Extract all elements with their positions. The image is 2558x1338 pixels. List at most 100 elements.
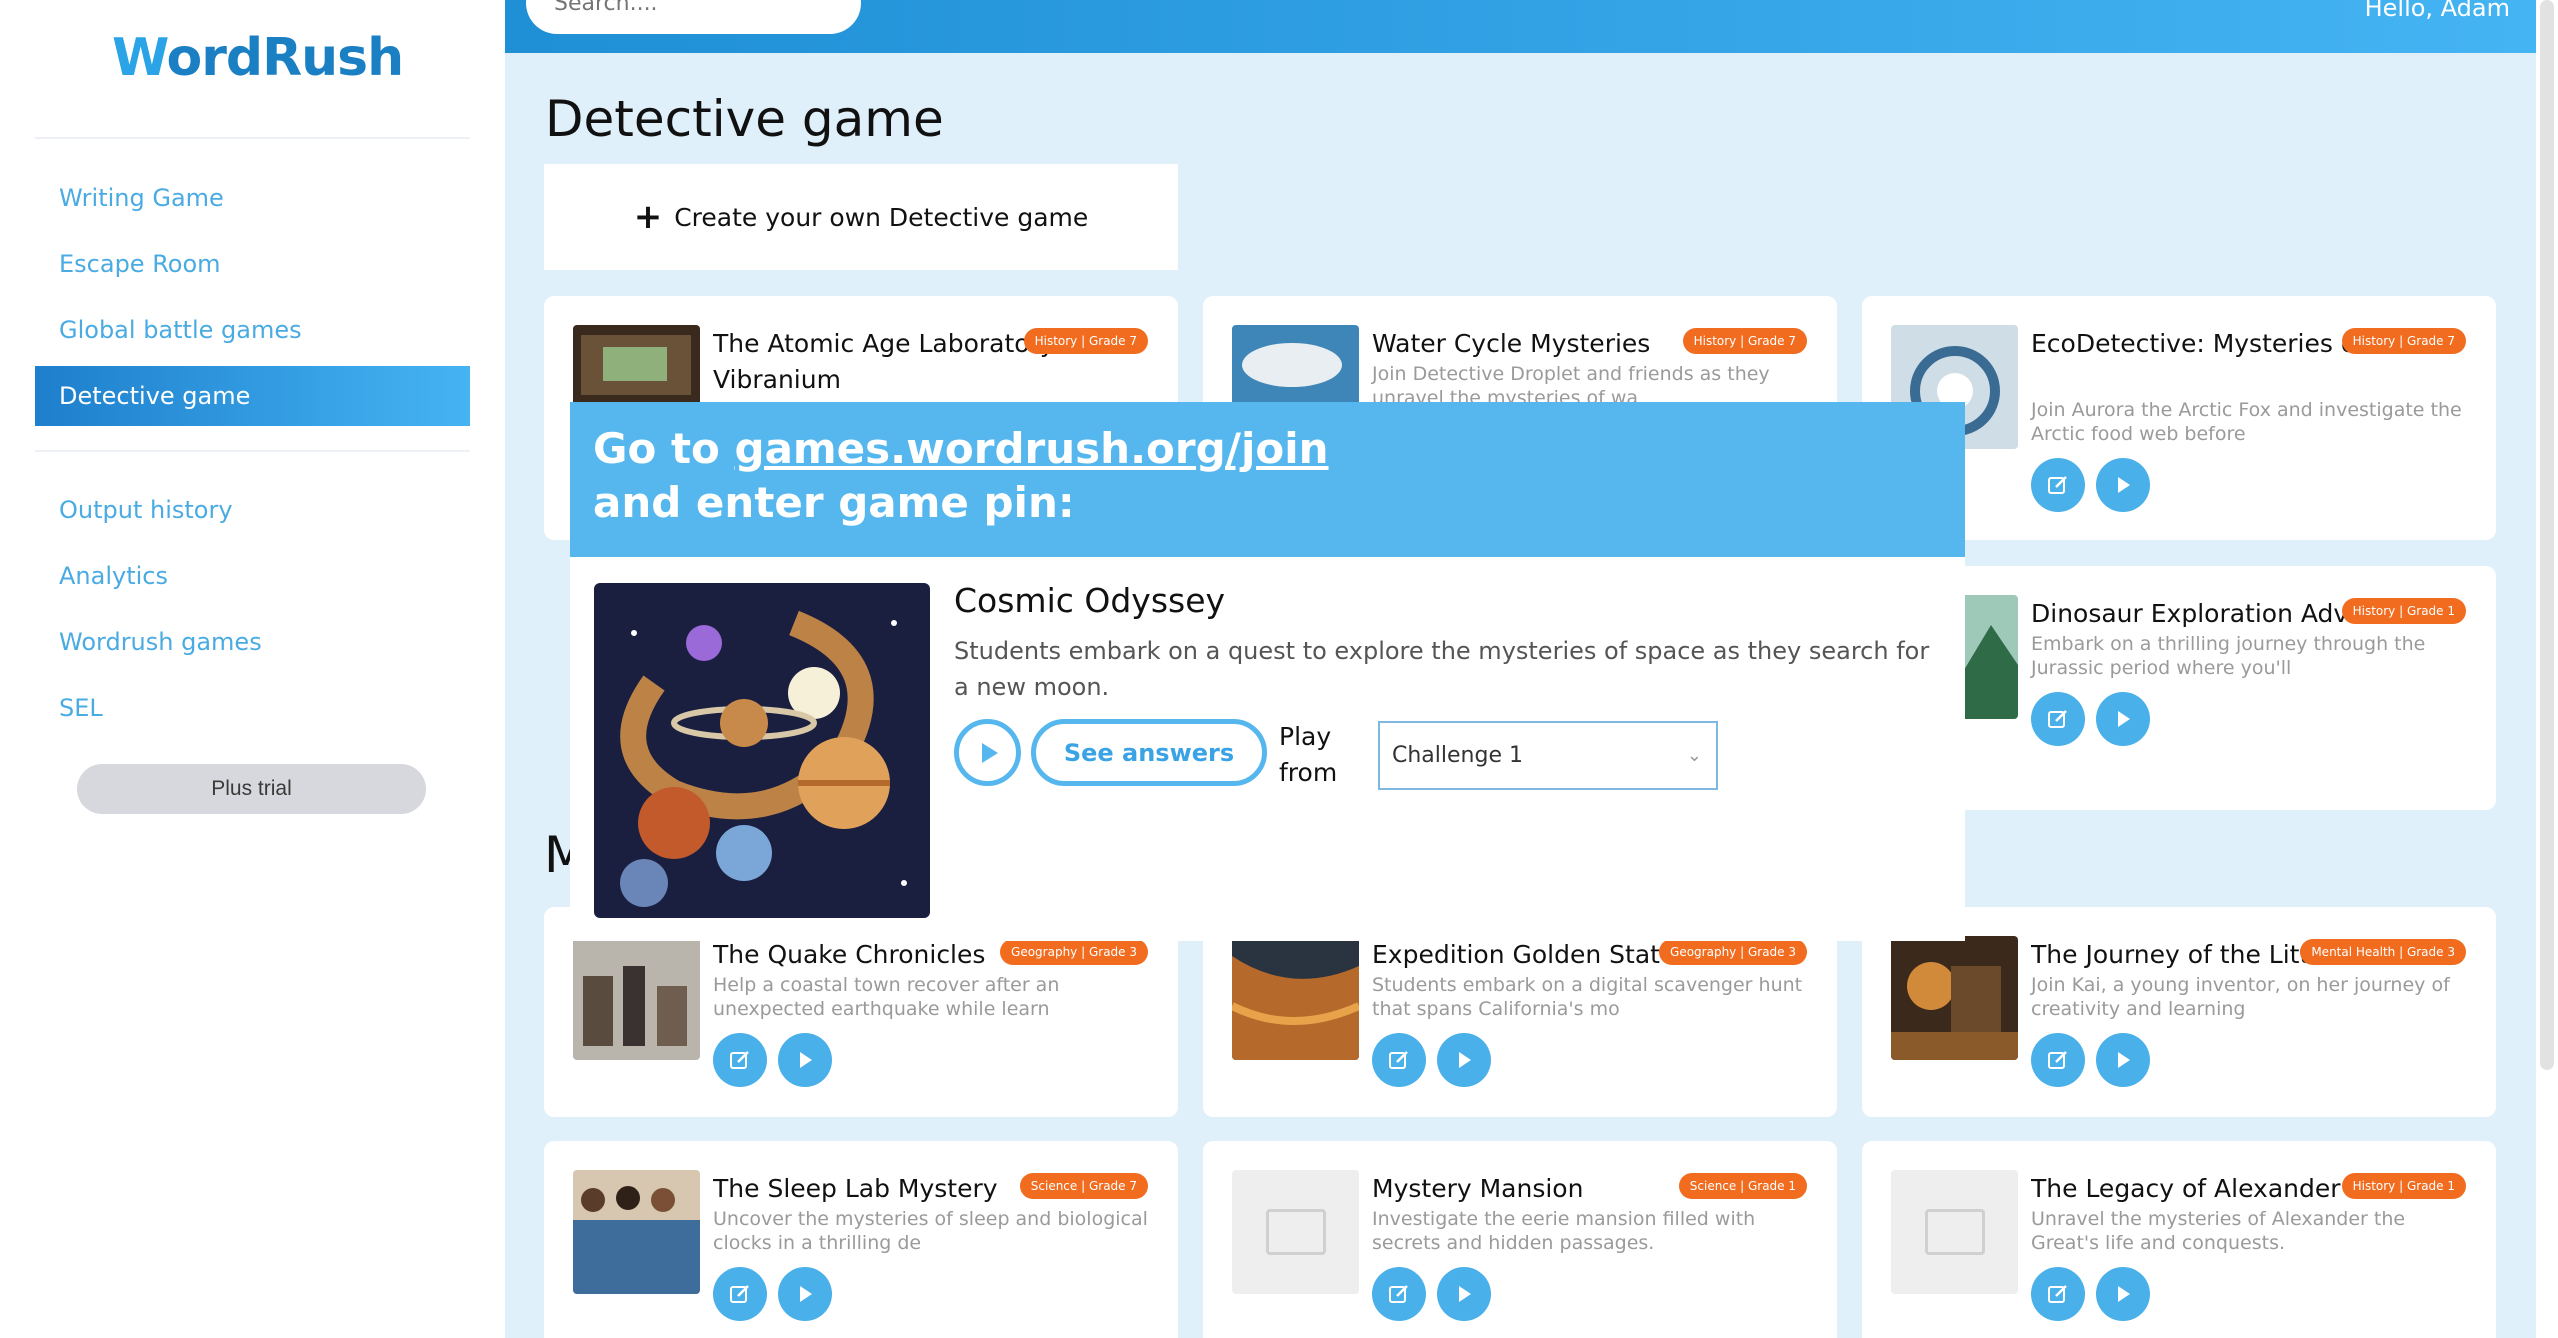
play-button[interactable]	[954, 719, 1021, 786]
game-card[interactable]: Mystery Mansion Science | Grade 1 Invest…	[1203, 1141, 1837, 1338]
card-actions	[713, 1033, 832, 1087]
play-icon	[800, 1052, 812, 1068]
sidebar-item-sel[interactable]: SEL	[35, 678, 470, 738]
card-description: Join Aurora the Arctic Fox and investiga…	[2031, 399, 2462, 445]
edit-icon	[730, 1051, 749, 1069]
plus-trial-button[interactable]: Plus trial	[77, 764, 426, 814]
card-description: Join Kai, a young inventor, on her journ…	[2031, 974, 2450, 1020]
card-description: Uncover the mysteries of sleep and biolo…	[713, 1208, 1148, 1254]
edit-button[interactable]	[2031, 1033, 2085, 1087]
card-description: Students embark on a digital scavenger h…	[1372, 974, 1803, 1020]
play-button[interactable]	[1437, 1267, 1491, 1321]
sidebar-item-global-battle-games[interactable]: Global battle games	[35, 300, 470, 360]
page-title: Detective game	[545, 90, 944, 148]
game-title: Cosmic Odyssey	[954, 581, 1226, 620]
subject-grade-badge: Science | Grade 1	[1678, 1173, 1807, 1199]
sidebar-divider	[35, 450, 470, 452]
card-thumbnail	[1232, 936, 1359, 1060]
edit-button[interactable]	[713, 1267, 767, 1321]
join-instructions-banner: Go to games.wordrush.org/join and enter …	[570, 402, 1965, 557]
sidebar-item-output-history[interactable]: Output history	[35, 480, 470, 540]
sidebar-item-detective-game[interactable]: Detective game	[35, 366, 470, 426]
join-instructions-line1: Go to games.wordrush.org/join	[593, 424, 1329, 473]
sidebar-item-writing-game[interactable]: Writing Game	[35, 168, 470, 228]
create-label: Create your own Detective game	[674, 202, 1089, 232]
subject-grade-badge: History | Grade 7	[2341, 328, 2466, 354]
subject-grade-badge: Science | Grade 7	[1019, 1173, 1148, 1199]
play-button[interactable]	[778, 1033, 832, 1087]
play-icon	[2118, 1052, 2130, 1068]
create-detective-game-button[interactable]: + Create your own Detective game	[544, 164, 1178, 270]
play-icon	[1459, 1286, 1471, 1302]
user-greeting[interactable]: Hello, Adam	[2365, 0, 2510, 22]
edit-icon	[1389, 1051, 1408, 1069]
play-button[interactable]	[2096, 692, 2150, 746]
edit-button[interactable]	[2031, 1267, 2085, 1321]
edit-icon	[2048, 1051, 2067, 1069]
card-description: Embark on a thrilling journey through th…	[2031, 633, 2426, 679]
sidebar-item-escape-room[interactable]: Escape Room	[35, 234, 470, 294]
challenge-select[interactable]: Challenge 1 ⌄	[1378, 721, 1718, 790]
see-answers-button[interactable]: See answers	[1031, 719, 1267, 786]
play-icon	[1459, 1052, 1471, 1068]
subject-grade-badge: History | Grade 7	[1682, 328, 1807, 354]
card-actions	[1372, 1033, 1491, 1087]
edit-button[interactable]	[2031, 458, 2085, 512]
play-button[interactable]	[2096, 458, 2150, 512]
search-input[interactable]	[526, 0, 861, 34]
play-from-label: Play from	[1279, 722, 1338, 787]
game-card[interactable]: The Legacy of Alexander History | Grade …	[1862, 1141, 2496, 1338]
card-thumbnail	[1891, 936, 2018, 1060]
edit-button[interactable]	[2031, 692, 2085, 746]
card-actions	[2031, 692, 2150, 746]
subject-grade-badge: History | Grade 1	[2341, 1173, 2466, 1199]
top-bar: Hello, Adam	[505, 0, 2536, 53]
edit-button[interactable]	[713, 1033, 767, 1087]
image-placeholder-icon	[1232, 1170, 1359, 1294]
card-description: Unravel the mysteries of Alexander the G…	[2031, 1208, 2406, 1254]
card-thumbnail	[573, 1170, 700, 1294]
subject-grade-badge: Geography | Grade 3	[1659, 939, 1807, 965]
edit-icon	[2048, 710, 2067, 728]
chevron-down-icon: ⌄	[1686, 745, 1702, 766]
game-detail-panel: Cosmic Odyssey Students embark on a ques…	[570, 557, 1965, 941]
challenge-select-value: Challenge 1	[1392, 743, 1523, 768]
card-actions	[2031, 458, 2150, 512]
play-icon	[2118, 711, 2130, 727]
game-card[interactable]: The Sleep Lab Mystery Science | Grade 7 …	[544, 1141, 1178, 1338]
subject-grade-badge: History | Grade 1	[2341, 598, 2466, 624]
image-placeholder-icon	[1891, 1170, 2018, 1294]
edit-icon	[2048, 476, 2067, 494]
game-description: Students embark on a quest to explore th…	[954, 637, 1930, 701]
edit-button[interactable]	[1372, 1267, 1426, 1321]
play-icon	[981, 742, 998, 763]
card-description: Help a coastal town recover after an une…	[713, 974, 1060, 1020]
card-description: Investigate the eerie mansion filled wit…	[1372, 1208, 1756, 1254]
play-button[interactable]	[2096, 1033, 2150, 1087]
play-button[interactable]	[1437, 1033, 1491, 1087]
sidebar-item-analytics[interactable]: Analytics	[35, 546, 470, 606]
sidebar-divider	[35, 137, 470, 139]
play-button[interactable]	[778, 1267, 832, 1321]
edit-button[interactable]	[1372, 1033, 1426, 1087]
play-icon	[2118, 477, 2130, 493]
play-icon	[800, 1286, 812, 1302]
play-icon	[2118, 1286, 2130, 1302]
play-button[interactable]	[2096, 1267, 2150, 1321]
subject-grade-badge: History | Grade 7	[1023, 328, 1148, 354]
wordrush-logo[interactable]: WordRush	[112, 28, 404, 88]
join-instructions-line2: and enter game pin:	[593, 478, 1075, 527]
sidebar-item-wordrush-games[interactable]: Wordrush games	[35, 612, 470, 672]
edit-icon	[2048, 1285, 2067, 1303]
card-actions	[713, 1267, 832, 1321]
edit-icon	[730, 1285, 749, 1303]
scrollbar-thumb[interactable]	[2540, 0, 2554, 1070]
card-actions	[1372, 1267, 1491, 1321]
join-link[interactable]: games.wordrush.org/join	[735, 424, 1329, 473]
sidebar: WordRush Writing Game Escape Room Global…	[0, 0, 505, 1338]
card-thumbnail	[573, 936, 700, 1060]
edit-icon	[1389, 1285, 1408, 1303]
game-cover-image	[594, 583, 930, 918]
card-actions	[2031, 1267, 2150, 1321]
subject-grade-badge: Mental Health | Grade 3	[2300, 939, 2466, 965]
